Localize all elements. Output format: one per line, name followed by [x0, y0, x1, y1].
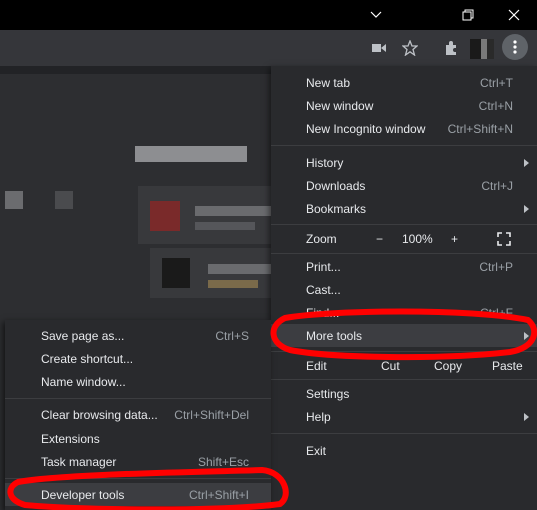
menu-item-history[interactable]: History [271, 151, 537, 174]
title-bar [0, 0, 537, 30]
separator [271, 379, 537, 380]
menu-item-label: New Incognito window [306, 121, 426, 136]
paste-button[interactable]: Paste [492, 359, 523, 373]
restore-icon[interactable] [445, 0, 491, 30]
menu-item-print[interactable]: Print... Ctrl+P [271, 255, 537, 278]
kebab-icon [513, 40, 517, 54]
more-menu-button[interactable] [502, 34, 528, 60]
fullscreen-icon[interactable] [497, 232, 511, 249]
menu-item-task-manager[interactable]: Task manager Shift+Esc [5, 450, 271, 473]
menu-item-label: Clear browsing data... [41, 407, 158, 422]
submenu-arrow-icon [524, 331, 529, 340]
menu-item-label: Help [306, 409, 331, 424]
close-icon[interactable] [491, 0, 537, 30]
shortcut-label: Ctrl+Shift+I [188, 487, 249, 502]
menu-item-label: Zoom [306, 231, 337, 246]
menu-item-label: New tab [306, 75, 351, 90]
zoom-in-button[interactable]: + [451, 232, 458, 246]
menu-item-exit[interactable]: Exit [271, 439, 537, 462]
menu-item-zoom: Zoom − 100% + [271, 227, 537, 250]
menu-item-clear-browsing-data[interactable]: Clear browsing data... Ctrl+Shift+Del [5, 403, 271, 426]
shortcut-label: Ctrl+Shift+Del [174, 407, 249, 422]
menu-item-find[interactable]: Find... Ctrl+F [271, 301, 537, 324]
shortcut-label: Ctrl+J [481, 178, 513, 193]
menu-item-label: Bookmarks [306, 201, 367, 216]
menu-item-more-tools[interactable]: More tools [271, 324, 537, 347]
copy-button[interactable]: Copy [434, 359, 462, 373]
menu-item-name-window[interactable]: Name window... [5, 370, 271, 393]
zoom-out-button[interactable]: − [376, 232, 383, 246]
shortcut-label: Ctrl+Shift+N [447, 121, 513, 136]
separator [271, 351, 537, 352]
menu-item-developer-tools[interactable]: Developer tools Ctrl+Shift+I [5, 483, 271, 506]
menu-item-create-shortcut[interactable]: Create shortcut... [5, 347, 271, 370]
menu-item-cast[interactable]: Cast... [271, 278, 537, 301]
menu-item-new-window[interactable]: New window Ctrl+N [271, 94, 537, 117]
zoom-level: 100% [402, 231, 433, 246]
menu-item-label: Edit [306, 358, 327, 373]
more-tools-submenu: Save page as... Ctrl+S Create shortcut..… [5, 320, 271, 510]
camera-icon[interactable] [366, 35, 392, 61]
separator [271, 433, 537, 434]
shortcut-label: Ctrl+S [215, 328, 249, 343]
menu-item-label: Exit [306, 443, 327, 458]
menu-item-label: Settings [306, 386, 350, 401]
menu-item-settings[interactable]: Settings [271, 382, 537, 405]
menu-item-label: Cast... [306, 282, 341, 297]
menu-item-help[interactable]: Help [271, 405, 537, 428]
browser-toolbar [0, 30, 537, 66]
separator [271, 253, 537, 254]
shortcut-label: Ctrl+P [479, 259, 513, 274]
menu-item-label: Developer tools [41, 487, 125, 502]
menu-item-label: Name window... [41, 374, 126, 389]
extensions-icon[interactable] [438, 35, 464, 61]
shortcut-label: Shift+Esc [197, 454, 249, 469]
shortcut-label: Ctrl+N [478, 98, 513, 113]
submenu-arrow-icon [524, 204, 529, 213]
menu-item-label: History [306, 155, 344, 170]
menu-item-new-incognito-window[interactable]: New Incognito window Ctrl+Shift+N [271, 117, 537, 140]
separator [271, 224, 537, 225]
shortcut-label: Ctrl+T [480, 75, 513, 90]
chevron-down-icon[interactable] [353, 0, 399, 30]
submenu-arrow-icon [524, 412, 529, 421]
chrome-main-menu: New tab Ctrl+T New window Ctrl+N New Inc… [271, 66, 537, 510]
separator [271, 145, 537, 146]
avatar[interactable] [470, 39, 494, 59]
submenu-arrow-icon [524, 158, 529, 167]
menu-item-label: Extensions [41, 431, 100, 446]
menu-item-label: More tools [306, 328, 363, 343]
star-icon[interactable] [397, 35, 423, 61]
menu-item-extensions[interactable]: Extensions [5, 427, 271, 450]
menu-item-label: Create shortcut... [41, 351, 134, 366]
separator [5, 478, 271, 479]
menu-item-label: Downloads [306, 178, 366, 193]
menu-item-bookmarks[interactable]: Bookmarks [271, 197, 537, 220]
menu-item-label: Print... [306, 259, 341, 274]
menu-item-label: Find... [306, 305, 340, 320]
separator [5, 398, 271, 399]
shortcut-label: Ctrl+F [480, 305, 513, 320]
menu-item-new-tab[interactable]: New tab Ctrl+T [271, 71, 537, 94]
menu-item-save-page[interactable]: Save page as... Ctrl+S [5, 324, 271, 347]
menu-item-label: Task manager [41, 454, 117, 469]
menu-item-label: New window [306, 98, 374, 113]
menu-item-edit: Edit Cut Copy Paste [271, 354, 537, 377]
cut-button[interactable]: Cut [381, 359, 400, 373]
menu-item-label: Save page as... [41, 328, 125, 343]
menu-item-downloads[interactable]: Downloads Ctrl+J [271, 174, 537, 197]
